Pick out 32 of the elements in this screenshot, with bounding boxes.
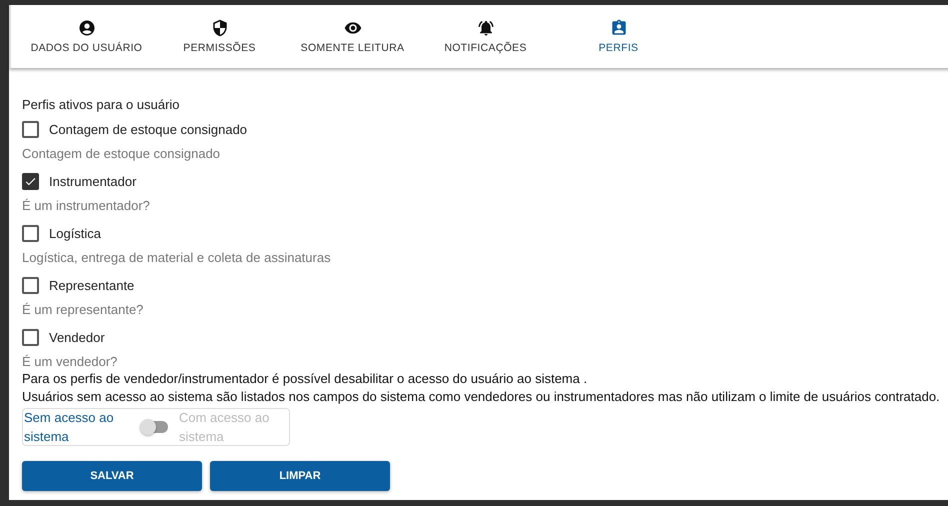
profile-description: Contagem de estoque consignado [22,146,222,163]
bell-icon [476,19,494,37]
toggle-on-label: Com acesso ao sistema [178,409,270,446]
profile-description: É um representante? [22,302,144,319]
profile-description: Logística, entrega de material e coleta de assinaturas [22,250,332,267]
toggle-switch[interactable] [142,421,168,433]
save-button[interactable]: SALVAR [22,461,202,491]
shield-icon [210,19,228,37]
checkbox[interactable] [22,172,39,190]
note-text: Usuários sem acesso ao sistema são listados nos campos do sistema como vendedores ou instrumentadores mas não utilizam o limite de usuários contratado. [22,388,940,406]
checkbox-label: Logística [49,226,102,240]
tab[interactable]: SOMENTE LEITURA [286,5,419,68]
tab[interactable]: NOTIFICAÇÕES [419,5,552,68]
profile-description: É um vendedor? [22,354,118,371]
checkbox[interactable] [22,328,39,346]
tab[interactable]: DADOS DO USUÁRIO [20,5,153,68]
section-title: Perfis ativos para o usuário [22,97,181,112]
clear-button[interactable]: LIMPAR [210,461,390,491]
note-text: Para os perfis de vendedor/instrumentador é possível desabilitar o acesso do usuário ao sistema . [22,370,588,388]
checkbox[interactable] [22,120,39,138]
badge-icon [610,19,628,37]
checkbox-label: Representante [49,278,134,292]
tab[interactable]: PERMISSÕES [153,5,286,68]
toggle-thumb[interactable] [140,419,156,435]
checkbox[interactable] [22,224,39,242]
checkbox[interactable] [22,276,39,294]
tab[interactable]: PERFIS [552,5,685,68]
toggle-off-label: Sem acesso ao sistema [23,409,115,446]
checkbox-label: Instrumentador [49,174,136,188]
checkbox-label: Contagem de estoque consignado [49,122,248,136]
profile-description: É um instrumentador? [22,198,151,215]
checkbox-label: Vendedor [49,330,105,344]
